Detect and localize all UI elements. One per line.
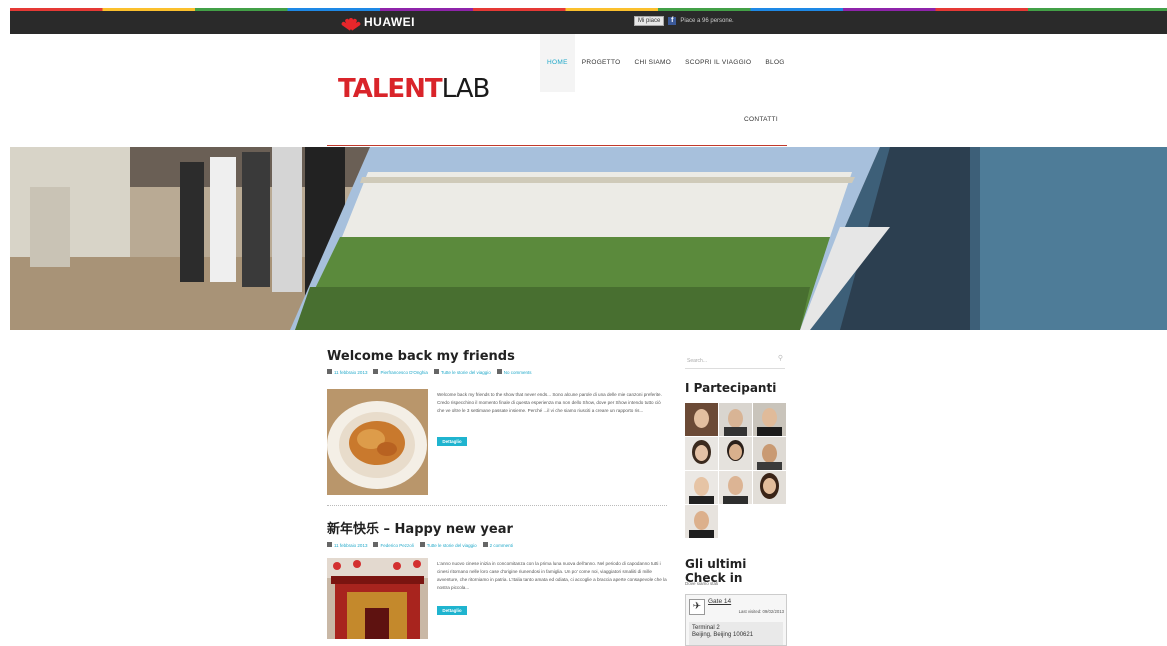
- talentlab-logo[interactable]: TALENTLAB: [338, 74, 491, 104]
- user-icon: [373, 542, 379, 547]
- like-button[interactable]: Mi piace: [634, 16, 665, 26]
- post-author[interactable]: Pierfrancesco D'Onghia: [380, 370, 427, 375]
- post-excerpt: L'anno nuovo cinese inizia in concomitan…: [437, 561, 667, 590]
- post-category[interactable]: Tutte le storie del viaggio: [427, 543, 477, 548]
- checkin-last-visited: Last visited: 09/02/2013: [738, 609, 784, 614]
- participant-avatar[interactable]: [719, 403, 752, 436]
- participant-avatar[interactable]: [719, 471, 752, 504]
- post-thumbnail[interactable]: [327, 389, 428, 495]
- post-meta: 11 febbraio 2013 Federico Pezzoli Tutte …: [327, 542, 667, 548]
- checkin-venue-link[interactable]: Gate 14: [708, 598, 731, 605]
- comment-icon: [496, 369, 502, 374]
- nav-blog[interactable]: BLOG: [758, 34, 791, 92]
- folder-icon: [419, 542, 425, 547]
- blog-post: 新年快乐 – Happy new year 11 febbraio 2013 F…: [327, 518, 667, 639]
- facebook-like-widget: Mi piace f Piace a 96 persone.: [634, 16, 734, 26]
- hero-banner-image: [10, 147, 1167, 330]
- nav-progetto[interactable]: PROGETTO: [575, 34, 628, 92]
- logo-text-red: TALENT: [338, 74, 443, 104]
- participant-avatar[interactable]: [685, 505, 718, 538]
- search-input[interactable]: Search... ⚲: [685, 350, 785, 369]
- participant-avatar[interactable]: [753, 437, 786, 470]
- folder-icon: [433, 369, 439, 374]
- address-line-1: Terminal 2: [692, 625, 720, 631]
- post-title[interactable]: 新年快乐 – Happy new year: [327, 518, 667, 537]
- huawei-logo[interactable]: HUAWEI: [340, 15, 415, 31]
- checkin-subtitle: Dove siamo stati: [685, 581, 719, 586]
- hero-banner: [10, 147, 1167, 330]
- participant-avatar[interactable]: [753, 403, 786, 436]
- participant-avatar[interactable]: [719, 437, 752, 470]
- nav-home[interactable]: HOME: [540, 34, 575, 92]
- participants-heading: I Partecipanti: [685, 381, 777, 395]
- like-count-text: Piace a 96 persone.: [680, 18, 734, 24]
- search-placeholder: Search...: [687, 358, 708, 364]
- post-meta: 11 febbraio 2013 Pierfrancesco D'Onghia …: [327, 369, 667, 375]
- header-divider: [327, 145, 787, 146]
- participant-avatar[interactable]: [685, 403, 718, 436]
- top-bar: HUAWEI Mi piace f Piace a 96 persone.: [10, 11, 1167, 34]
- user-icon: [373, 369, 379, 374]
- logo-text-dark: LAB: [441, 74, 491, 104]
- facebook-icon: f: [668, 17, 677, 25]
- participant-avatar[interactable]: [685, 471, 718, 504]
- airplane-icon: ✈: [689, 599, 705, 615]
- post-excerpt: Welcome back my friends to the show that…: [437, 392, 662, 413]
- post-author[interactable]: Federico Pezzoli: [380, 543, 413, 548]
- post-date[interactable]: 11 febbraio 2013: [334, 543, 367, 548]
- address-line-2: Beijing, Beijing 100621: [692, 632, 754, 638]
- participant-avatar[interactable]: [685, 437, 718, 470]
- huawei-brand-text: HUAWEI: [364, 15, 415, 29]
- checkin-address: Terminal 2 Beijing, Beijing 100621: [689, 622, 783, 645]
- calendar-icon: [327, 542, 332, 547]
- post-separator: [327, 505, 667, 506]
- main-nav: HOME PROGETTO CHI SIAMO SCOPRI IL VIAGGI…: [540, 34, 792, 92]
- checkin-card: ✈ Gate 14 Last visited: 09/02/2013 Termi…: [685, 594, 787, 646]
- nav-chi-siamo[interactable]: CHI SIAMO: [627, 34, 678, 92]
- calendar-icon: [327, 369, 332, 374]
- post-category[interactable]: Tutte le storie del viaggio: [441, 370, 491, 375]
- huawei-flower-icon: [340, 15, 362, 31]
- read-more-button[interactable]: Dettaglio: [437, 437, 467, 446]
- participant-avatar[interactable]: [753, 471, 786, 504]
- nav-contatti[interactable]: CONTATTI: [744, 116, 778, 123]
- post-comments[interactable]: 2 commenti: [490, 543, 513, 548]
- blog-post: Welcome back my friends 11 febbraio 2013…: [327, 349, 667, 499]
- read-more-button[interactable]: Dettaglio: [437, 606, 467, 615]
- post-title[interactable]: Welcome back my friends: [327, 349, 667, 364]
- chinese-temple-image: [327, 558, 428, 639]
- search-icon[interactable]: ⚲: [778, 354, 783, 362]
- pasta-dish-image: [327, 389, 428, 495]
- nav-scopri-il-viaggio[interactable]: SCOPRI IL VIAGGIO: [678, 34, 758, 92]
- comment-icon: [482, 542, 488, 547]
- post-date[interactable]: 11 febbraio 2013: [334, 370, 367, 375]
- post-thumbnail[interactable]: [327, 558, 428, 639]
- post-comments[interactable]: No comments: [504, 370, 532, 375]
